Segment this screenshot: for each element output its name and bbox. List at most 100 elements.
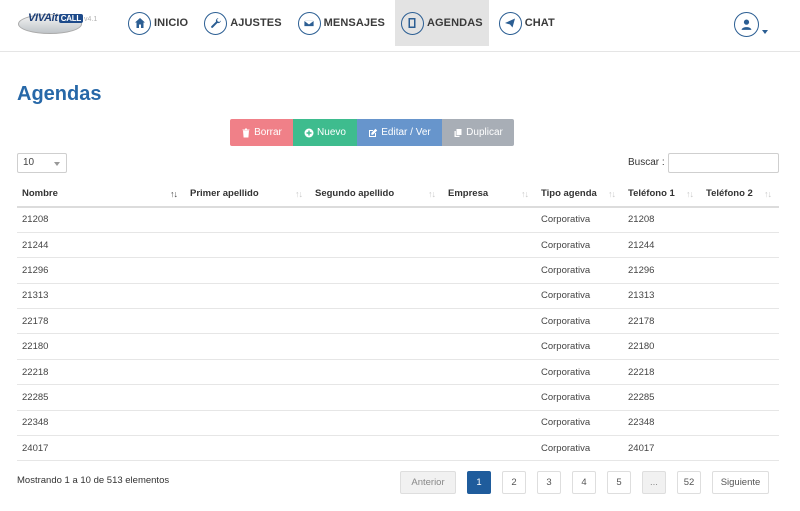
copy-icon <box>454 128 462 137</box>
table-cell <box>185 359 310 386</box>
column-header-tipo-agenda[interactable]: Tipo agenda ↑↓ <box>536 181 623 208</box>
table-row[interactable]: 21208 Corporativa 21208 <box>17 207 779 233</box>
column-header-primer-apellido[interactable]: Primer apellido ↑↓ <box>185 181 310 208</box>
table-cell <box>185 308 310 335</box>
table-cell <box>443 435 536 462</box>
table-body: 21208 Corporativa 21208 21244 Corporativa 212… <box>17 207 779 462</box>
table-cell: 21313 <box>623 283 701 310</box>
sort-icon: ↑↓ <box>428 189 436 199</box>
nav-item-inicio[interactable]: INICIO <box>122 0 194 46</box>
user-menu[interactable] <box>734 12 768 37</box>
table-row[interactable]: 21313 Corporativa 21313 <box>17 283 779 310</box>
table-cell <box>185 333 310 360</box>
table-cell: Corporativa <box>536 410 623 437</box>
table-cell <box>185 435 310 462</box>
nav-item-ajustes[interactable]: AJUSTES <box>198 0 287 46</box>
nav-label-mensajes: MENSAJES <box>323 17 385 29</box>
send-icon <box>498 11 522 35</box>
edit-view-button-label: Editar / Ver <box>381 127 431 138</box>
pagination-next[interactable]: Siguiente <box>712 471 769 494</box>
column-header-telefono-2[interactable]: Teléfono 2 ↑↓ <box>701 181 779 208</box>
table-row[interactable]: 22348 Corporativa 22348 <box>17 410 779 437</box>
pagination-page-5[interactable]: 5 <box>607 471 631 494</box>
pagination: Anterior 1 2 3 4 5 ... 52 Siguiente <box>400 471 769 494</box>
table-cell <box>185 257 310 284</box>
table-row[interactable]: 21296 Corporativa 21296 <box>17 257 779 284</box>
table-cell <box>443 257 536 284</box>
table-cell: 22285 <box>17 384 185 411</box>
sort-icon: ↑↓ <box>521 189 529 199</box>
new-button[interactable]: Nuevo <box>293 119 357 146</box>
duplicate-button-label: Duplicar <box>466 127 503 138</box>
table-cell <box>310 232 443 259</box>
pagination-previous[interactable]: Anterior <box>400 471 456 494</box>
pagination-page-4[interactable]: 4 <box>572 471 596 494</box>
home-icon <box>128 11 151 35</box>
table-cell <box>701 283 779 310</box>
pagination-page-2[interactable]: 2 <box>502 471 526 494</box>
sort-icon: ↑↓ <box>295 189 303 199</box>
nav-item-mensajes[interactable]: MENSAJES <box>292 0 391 46</box>
table-cell <box>443 207 536 233</box>
page-length-value: 10 <box>23 157 35 168</box>
column-header-telefono-1[interactable]: Teléfono 1 ↑↓ <box>623 181 701 208</box>
table-cell: Corporativa <box>536 207 623 233</box>
chevron-down-icon <box>762 29 768 34</box>
table-cell <box>443 232 536 259</box>
table-cell: 21208 <box>17 207 185 233</box>
delete-button[interactable]: Borrar <box>230 119 293 146</box>
table-cell: Corporativa <box>536 257 623 284</box>
table-cell <box>701 384 779 411</box>
pagination-page-1[interactable]: 1 <box>467 471 491 494</box>
nav-item-chat[interactable]: CHAT <box>493 0 561 46</box>
new-button-label: Nuevo <box>317 127 346 138</box>
logo-version: v4.1 <box>84 16 98 23</box>
search-input[interactable] <box>668 153 779 173</box>
sort-icon: ↑↓ <box>764 189 772 199</box>
table-cell <box>701 410 779 437</box>
table-row[interactable]: 22285 Corporativa 22285 <box>17 384 779 411</box>
table-cell: 24017 <box>17 435 185 462</box>
delete-button-label: Borrar <box>254 127 282 138</box>
column-header-empresa[interactable]: Empresa ↑↓ <box>443 181 536 208</box>
table-row[interactable]: 22178 Corporativa 22178 <box>17 308 779 335</box>
column-header-segundo-apellido[interactable]: Segundo apellido ↑↓ <box>310 181 443 208</box>
main-nav: INICIO AJUSTES MENSAJES AGENDAS CHAT <box>122 0 565 48</box>
duplicate-button[interactable]: Duplicar <box>442 119 514 146</box>
table-row[interactable]: 21244 Corporativa 21244 <box>17 232 779 259</box>
column-header-nombre[interactable]: Nombre ↑↓ <box>17 181 185 208</box>
table-cell <box>185 283 310 310</box>
table-header-row: Nombre ↑↓ Primer apellido ↑↓ Segundo apell… <box>17 181 779 208</box>
table-row[interactable]: 22180 Corporativa 22180 <box>17 333 779 360</box>
wrench-icon <box>204 11 228 35</box>
pagination-page-last[interactable]: 52 <box>677 471 701 494</box>
table-info: Mostrando 1 a 10 de 513 elementos <box>17 475 170 486</box>
table-row[interactable]: 22218 Corporativa 22218 <box>17 359 779 386</box>
table-cell: 22348 <box>17 410 185 437</box>
page-length-select[interactable]: 10 <box>17 153 67 173</box>
plus-circle-icon <box>304 128 314 137</box>
edit-view-button[interactable]: Editar / Ver <box>357 119 442 146</box>
nav-label-inicio: INICIO <box>154 17 189 29</box>
table-cell <box>701 232 779 259</box>
sort-icon: ↑↓ <box>686 189 694 199</box>
table-row[interactable]: 24017 Corporativa 24017 <box>17 435 779 462</box>
table-cell: 21244 <box>623 232 701 259</box>
table-cell <box>701 207 779 233</box>
user-icon <box>734 12 759 37</box>
table-cell: 22178 <box>623 308 701 335</box>
table-cell <box>701 333 779 360</box>
envelope-icon <box>297 11 321 35</box>
table-cell: 21208 <box>623 207 701 233</box>
nav-item-agendas[interactable]: AGENDAS <box>394 0 489 46</box>
pagination-page-3[interactable]: 3 <box>537 471 561 494</box>
table-cell <box>443 359 536 386</box>
nav-label-ajustes: AJUSTES <box>230 17 282 29</box>
vivait-call-logo[interactable]: VIVAit CALL v4.1 <box>18 10 110 36</box>
table-cell <box>310 359 443 386</box>
pagination-ellipsis: ... <box>642 471 666 494</box>
table-cell <box>310 384 443 411</box>
table-cell: 21244 <box>17 232 185 259</box>
table-cell <box>701 435 779 462</box>
table-cell: 22285 <box>623 384 701 411</box>
